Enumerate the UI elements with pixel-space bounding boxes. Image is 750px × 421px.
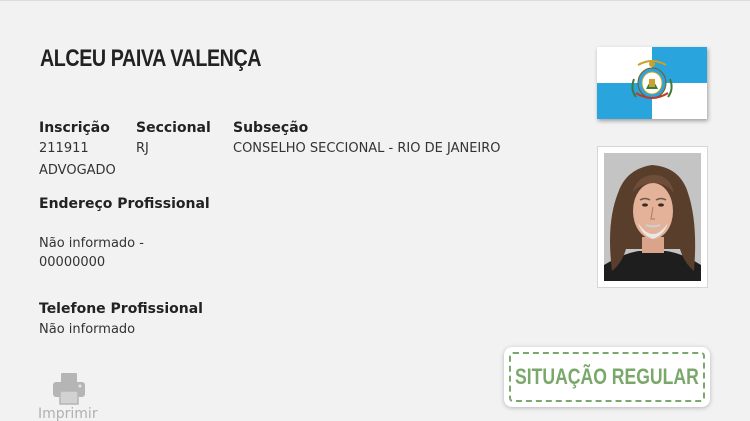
- endereco-line1: Não informado -: [39, 236, 144, 251]
- telefone-value: Não informado: [39, 322, 136, 337]
- endereco-line2: 00000000: [39, 255, 106, 270]
- seccional-value: RJ: [136, 141, 149, 156]
- rio-de-janeiro-flag-icon: [597, 47, 707, 119]
- print-button[interactable]: Imprimir: [38, 369, 102, 421]
- subsecao-label: Subseção: [233, 120, 309, 136]
- print-label: Imprimir: [38, 406, 98, 421]
- seccional-label: Seccional: [136, 120, 211, 136]
- status-badge-border: SITUAÇÃO REGULAR: [509, 352, 705, 402]
- lawyer-type: ADVOGADO: [39, 163, 116, 178]
- lawyer-profile-card: ALCEU PAIVA VALENÇA Inscrição 211911 Sec…: [0, 0, 750, 421]
- telefone-label: Telefone Profissional: [39, 301, 203, 317]
- status-badge: SITUAÇÃO REGULAR: [504, 347, 710, 407]
- lawyer-name: ALCEU PAIVA VALENÇA: [40, 45, 262, 72]
- lawyer-photo: [597, 146, 708, 288]
- status-text: SITUAÇÃO REGULAR: [515, 364, 699, 389]
- subsecao-value: CONSELHO SECCIONAL - RIO DE JANEIRO: [233, 141, 501, 156]
- inscricao-label: Inscrição: [39, 120, 110, 136]
- endereco-label: Endereço Profissional: [39, 196, 210, 212]
- printer-icon: [53, 373, 85, 405]
- inscricao-value: 211911: [39, 141, 89, 156]
